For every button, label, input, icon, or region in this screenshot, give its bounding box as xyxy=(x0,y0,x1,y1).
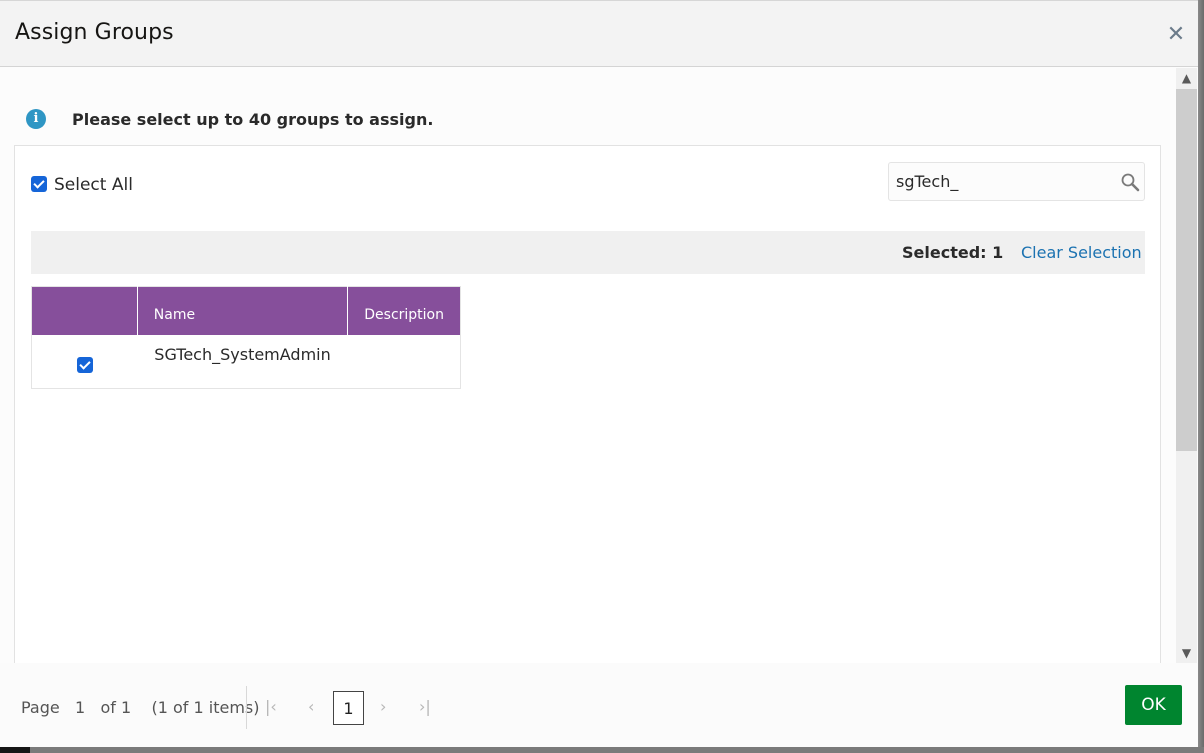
column-header-description[interactable]: Description xyxy=(347,286,461,335)
table-row[interactable]: SGTech_SystemAdmin xyxy=(31,334,461,389)
clear-selection-link[interactable]: Clear Selection xyxy=(1021,243,1142,262)
selected-count: Selected: 1 xyxy=(902,243,1004,262)
dialog-content: i Please select up to 40 groups to assig… xyxy=(0,68,1176,685)
info-text: Please select up to 40 groups to assign. xyxy=(72,110,434,129)
groups-panel: Select All Selected: 1 Clear Selection N… xyxy=(14,145,1161,685)
dialog-title: Assign Groups xyxy=(15,20,174,45)
last-page-icon[interactable]: ›| xyxy=(419,697,431,716)
window-shadow-right xyxy=(1198,0,1204,753)
selection-toolbar: Selected: 1 Clear Selection xyxy=(31,231,1145,274)
assign-groups-dialog: Assign Groups ✕ i Please select up to 40… xyxy=(0,0,1198,747)
row-name: SGTech_SystemAdmin xyxy=(137,334,348,389)
column-header-select xyxy=(31,286,138,335)
items-count: (1 of 1 items) xyxy=(151,698,260,717)
next-page-icon[interactable]: › xyxy=(380,697,386,716)
row-description xyxy=(347,334,461,389)
select-all-label: Select All xyxy=(54,175,133,195)
groups-table: Name Description SGTech_SystemAdmin xyxy=(31,286,461,389)
first-page-icon[interactable]: |‹ xyxy=(265,697,277,716)
close-icon[interactable]: ✕ xyxy=(1166,24,1186,46)
dialog-footer: Page 1 of 1 (1 of 1 items) |‹ ‹ 1 › ›| O… xyxy=(0,663,1198,747)
page-label: Page xyxy=(21,698,60,717)
scroll-down-icon[interactable]: ▼ xyxy=(1176,643,1197,663)
row-checkbox[interactable] xyxy=(76,357,93,373)
dialog-header: Assign Groups ✕ xyxy=(0,1,1198,67)
info-icon: i xyxy=(26,109,46,129)
pager-divider xyxy=(246,686,247,729)
previous-page-icon[interactable]: ‹ xyxy=(308,697,314,716)
vertical-scrollbar[interactable]: ▲ ▼ xyxy=(1176,68,1197,663)
window-shadow-bottom xyxy=(0,747,1204,753)
scrollbar-thumb[interactable] xyxy=(1176,89,1197,451)
current-page: 1 xyxy=(75,698,86,717)
column-header-name[interactable]: Name xyxy=(136,286,348,335)
search-input[interactable] xyxy=(889,163,1109,200)
ok-button[interactable]: OK xyxy=(1125,685,1182,725)
total-pages: of 1 xyxy=(100,698,132,717)
checkbox-checked-icon[interactable] xyxy=(31,176,47,192)
row-select-cell xyxy=(31,334,138,389)
pagination-info: Page 1 of 1 (1 of 1 items) xyxy=(21,698,260,717)
search-icon[interactable] xyxy=(1120,172,1140,192)
table-header-row: Name Description xyxy=(31,286,461,335)
page-number-button[interactable]: 1 xyxy=(333,691,364,725)
search-field[interactable] xyxy=(888,162,1145,201)
scroll-up-icon[interactable]: ▲ xyxy=(1176,68,1197,88)
